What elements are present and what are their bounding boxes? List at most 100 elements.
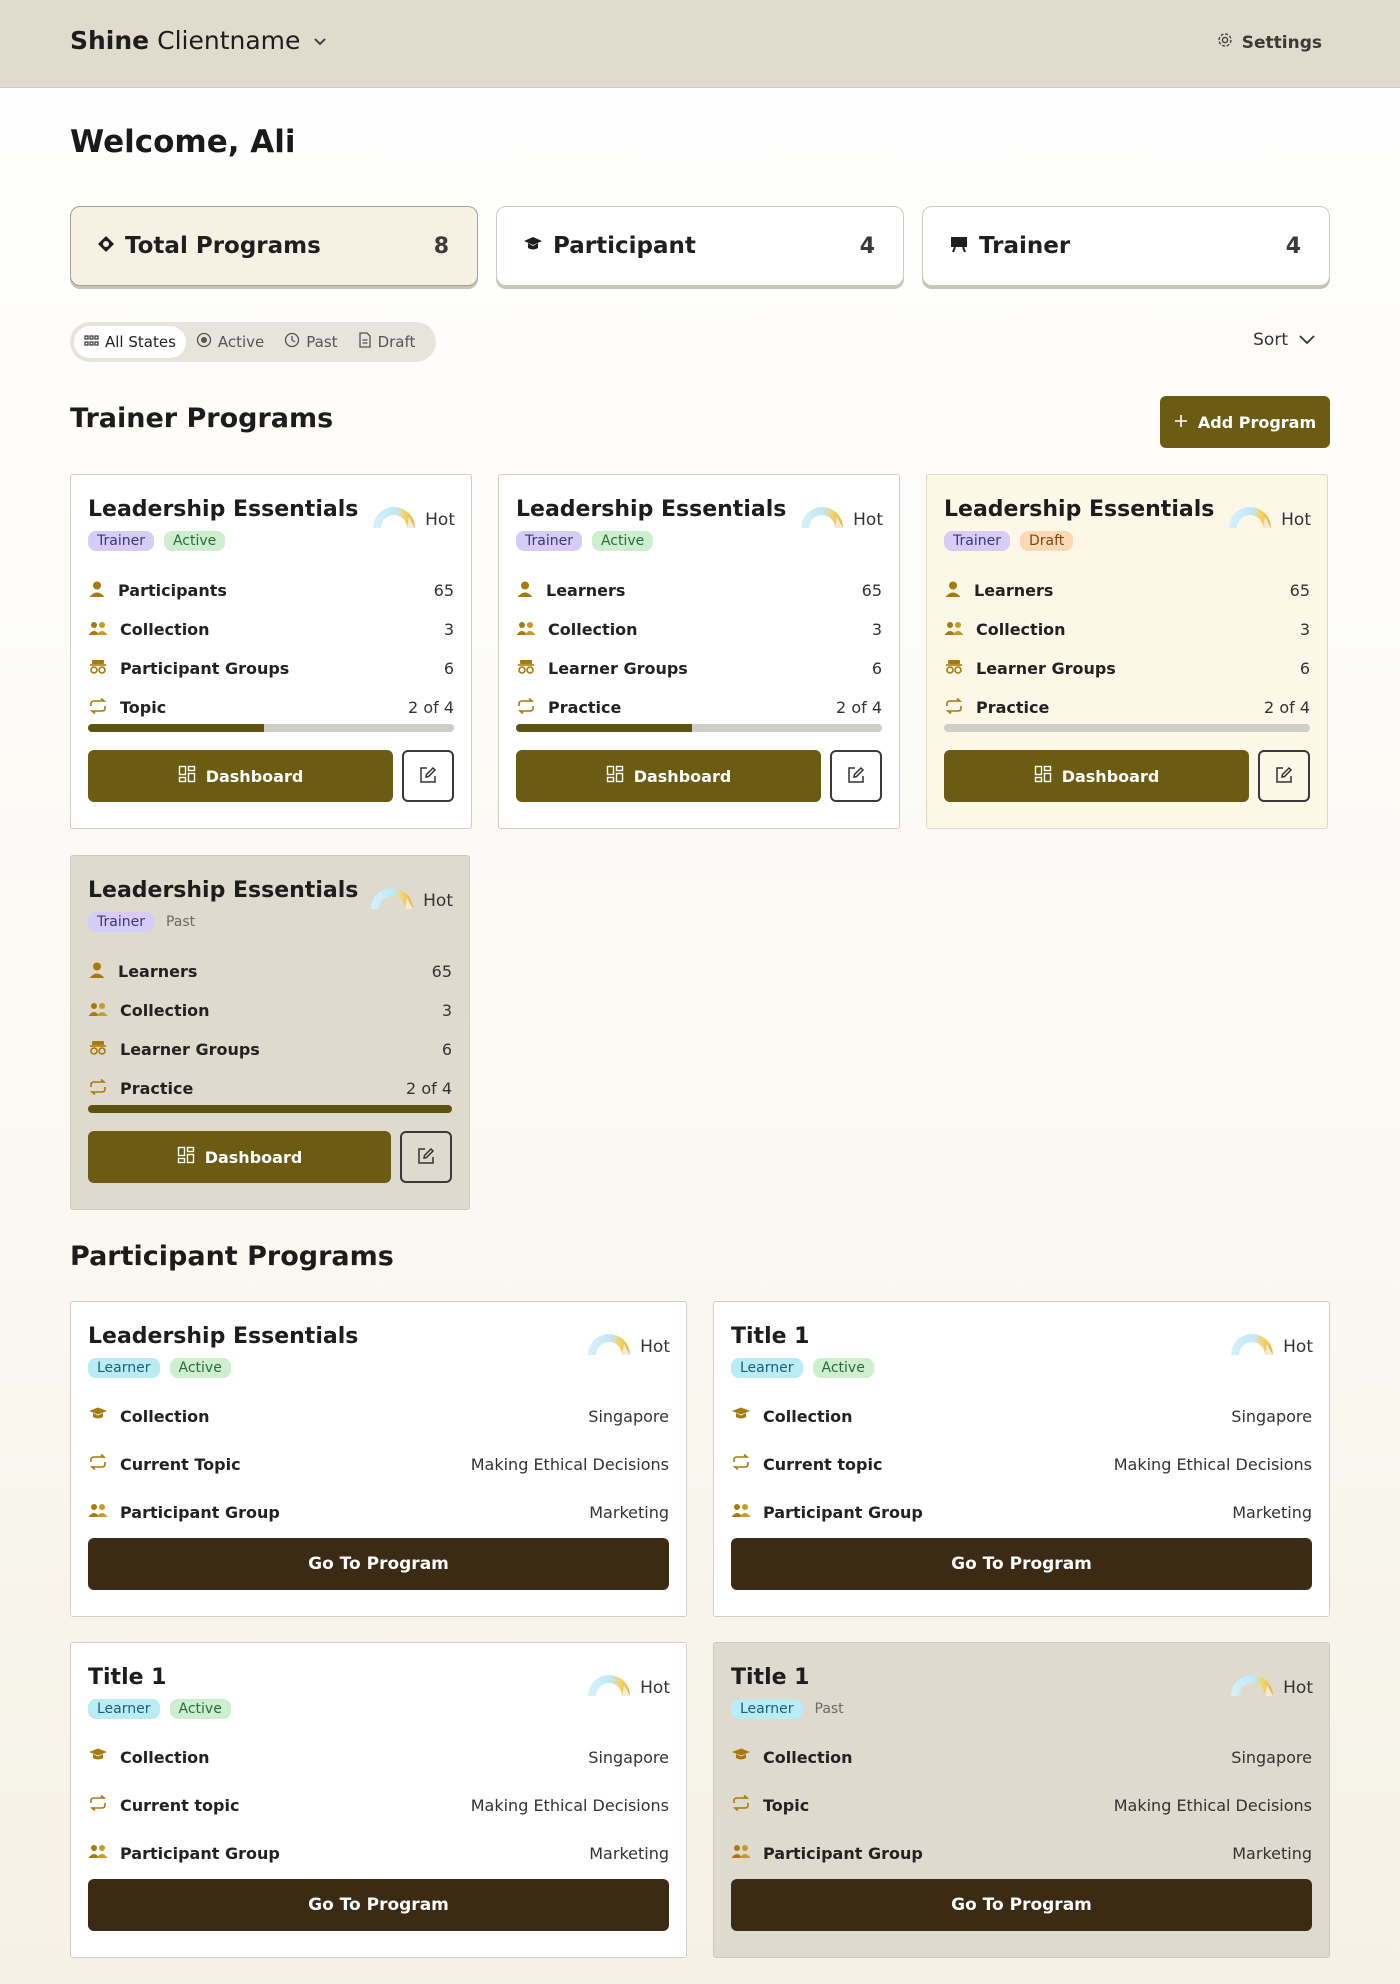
- row-value: Singapore: [588, 1747, 669, 1767]
- row-label: Participants: [118, 581, 227, 600]
- row-label: Collection: [976, 620, 1066, 639]
- go-to-program-button[interactable]: Go To Program: [731, 1879, 1312, 1931]
- row-value: 65: [433, 581, 454, 600]
- group-icon: [88, 1040, 108, 1060]
- info-row: Participant Group Marketing: [88, 1829, 669, 1877]
- stat-row: Collection 3: [88, 610, 454, 649]
- card-title: Title 1: [88, 1665, 167, 1690]
- row-label: Participant Group: [763, 1502, 923, 1522]
- welcome-heading: Welcome, Ali: [70, 124, 296, 160]
- chip-trainer: Trainer: [944, 531, 1010, 551]
- brand-name: Shine: [70, 26, 150, 55]
- dashboard-button[interactable]: Dashboard: [88, 1131, 391, 1183]
- card-title: Title 1: [731, 1665, 810, 1690]
- info-row: Collection Singapore: [88, 1392, 669, 1440]
- chip-group: Trainer Active: [516, 531, 654, 551]
- row-value: Singapore: [1231, 1406, 1312, 1426]
- hot-indicator: Hot: [1225, 503, 1311, 536]
- info-row: Participant Group Marketing: [731, 1488, 1312, 1536]
- chip-trainer: Trainer: [88, 531, 154, 551]
- stat-count: 4: [859, 233, 875, 259]
- go-to-program-button[interactable]: Go To Program: [731, 1538, 1312, 1590]
- chevron-down-icon: [1298, 330, 1316, 350]
- settings-button[interactable]: Settings: [1216, 31, 1322, 54]
- row-value: Making Ethical Decisions: [1113, 1454, 1312, 1474]
- edit-icon: [1275, 766, 1293, 787]
- graduation-cap-icon: [88, 1747, 108, 1767]
- add-program-button[interactable]: Add Program: [1160, 396, 1330, 448]
- go-to-program-button[interactable]: Go To Program: [88, 1538, 669, 1590]
- info-row: Collection Singapore: [88, 1733, 669, 1781]
- gauge-icon: [584, 1671, 634, 1704]
- chip-active: Active: [163, 531, 226, 551]
- stat-row: Collection 3: [516, 610, 882, 649]
- chip-group: Trainer Draft: [944, 531, 1074, 551]
- card-stats: Learners 65 Collection 3 Learner Groups …: [88, 952, 452, 1108]
- dashboard-button[interactable]: Dashboard: [944, 750, 1249, 802]
- sort-label: Sort: [1253, 330, 1288, 350]
- go-to-program-button[interactable]: Go To Program: [88, 1879, 669, 1931]
- top-bar: Shine Clientname Settings: [0, 0, 1400, 88]
- row-value: 2 of 4: [406, 1079, 452, 1098]
- dashboard-button[interactable]: Dashboard: [88, 750, 393, 802]
- edit-button[interactable]: [830, 750, 882, 802]
- radio-icon: [196, 332, 212, 352]
- row-value: Marketing: [589, 1502, 669, 1522]
- person-icon: [944, 580, 962, 602]
- row-value: Making Ethical Decisions: [470, 1454, 669, 1474]
- hot-indicator: Hot: [1227, 1671, 1313, 1704]
- filter-all-states[interactable]: All States: [74, 326, 186, 358]
- trainer-program-card: Leadership Essentials Trainer Active Hot …: [70, 474, 472, 829]
- row-value: 6: [1299, 659, 1310, 678]
- row-label: Practice: [976, 698, 1050, 717]
- chip-learner: Learner: [731, 1699, 803, 1719]
- dashboard-button[interactable]: Dashboard: [516, 750, 821, 802]
- card-title: Leadership Essentials: [88, 1324, 359, 1349]
- stat-row: Learner Groups 6: [516, 649, 882, 688]
- trainer-program-card: Leadership Essentials Trainer Active Hot …: [498, 474, 900, 829]
- row-label: Collection: [548, 620, 638, 639]
- chip-past: Past: [814, 1701, 844, 1717]
- person-icon: [516, 580, 534, 602]
- stat-label: Participant: [553, 233, 696, 259]
- info-row: Current Topic Making Ethical Decisions: [88, 1440, 669, 1488]
- document-icon: [358, 332, 372, 352]
- edit-button[interactable]: [402, 750, 454, 802]
- row-value: 65: [431, 962, 452, 981]
- state-filter: All States Active Past Draft: [70, 322, 436, 362]
- card-title: Title 1: [731, 1324, 810, 1349]
- stat-card-participant[interactable]: Participant 4: [496, 206, 904, 286]
- edit-button[interactable]: [1258, 750, 1310, 802]
- chip-active: Active: [169, 1699, 231, 1719]
- stat-card-total-programs[interactable]: Total Programs 8: [70, 206, 478, 286]
- participant-programs-heading: Participant Programs: [70, 1241, 394, 1272]
- row-value: 2 of 4: [1264, 698, 1310, 717]
- info-row: Participant Group Marketing: [731, 1829, 1312, 1877]
- row-value: Marketing: [589, 1843, 669, 1863]
- card-title: Leadership Essentials: [516, 497, 787, 522]
- progress-fill: [88, 1105, 452, 1113]
- filter-draft[interactable]: Draft: [348, 326, 426, 358]
- card-stats: Learners 65 Collection 3 Learner Groups …: [944, 571, 1310, 727]
- stat-card-trainer[interactable]: Trainer 4: [922, 206, 1330, 286]
- row-value: 3: [443, 620, 454, 639]
- row-label: Topic: [120, 698, 167, 717]
- filter-past[interactable]: Past: [274, 326, 347, 358]
- edit-button[interactable]: [400, 1131, 452, 1183]
- stat-count: 4: [1285, 233, 1301, 259]
- participant-program-card: Title 1 Learner Past Hot Collection Singa…: [713, 1642, 1330, 1958]
- hot-indicator: Hot: [369, 503, 455, 536]
- chip-past: Past: [165, 914, 196, 930]
- group-icon: [88, 659, 108, 679]
- client-switcher[interactable]: Shine Clientname: [70, 26, 328, 55]
- hot-indicator: Hot: [367, 884, 453, 917]
- plus-icon: [1174, 413, 1188, 432]
- stat-row: Practice 2 of 4: [516, 688, 882, 727]
- person-icon: [88, 580, 106, 602]
- people-icon: [944, 620, 964, 640]
- graduation-cap-icon: [523, 233, 543, 259]
- row-label: Current Topic: [120, 1454, 241, 1474]
- row-label: Practice: [120, 1079, 194, 1098]
- filter-active[interactable]: Active: [186, 326, 274, 358]
- sort-dropdown[interactable]: Sort: [1253, 330, 1316, 350]
